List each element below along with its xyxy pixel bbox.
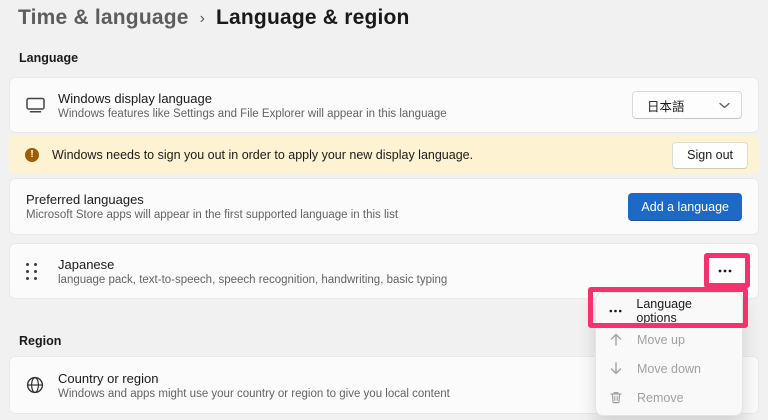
menu-item-label: Move down [637,361,701,376]
more-options-button[interactable] [708,259,742,283]
country-region-title: Country or region [58,370,159,386]
menu-item-label: Language options [636,296,693,325]
japanese-language-card: Japanese language pack, text-to-speech, … [9,243,759,299]
chevron-down-icon [719,102,730,109]
display-language-dropdown-value: 日本語 [647,99,685,114]
display-icon [26,97,58,113]
preferred-languages-card: Preferred languages Microsoft Store apps… [9,178,759,235]
display-language-card: Windows display language Windows feature… [9,77,759,133]
japanese-language-title: Japanese [58,256,115,272]
arrow-up-icon [608,333,624,346]
language-section-label: Language [19,51,79,65]
menu-item-move-down[interactable]: Move down [596,354,742,383]
menu-item-move-up[interactable]: Move up [596,325,742,354]
add-language-button[interactable]: Add a language [628,192,742,221]
display-language-description: Windows features like Settings and File … [58,107,447,120]
signout-warning-message: Windows needs to sign you out in order t… [52,148,474,162]
country-region-description: Windows and apps might use your country … [58,387,450,400]
grip-icon [26,262,37,280]
breadcrumb-separator-icon: › [199,9,205,27]
menu-item-language-options[interactable]: Language options [596,296,742,325]
menu-item-remove[interactable]: Remove [596,383,742,412]
menu-item-label: Remove [637,390,684,405]
globe-icon [26,376,58,394]
region-section-label: Region [19,334,62,348]
breadcrumb: Time & language › Language & region [18,6,410,30]
menu-item-label: Move up [637,332,685,347]
page-title: Language & region [215,6,410,29]
preferred-languages-description: Microsoft Store apps will appear in the … [26,209,399,221]
arrow-down-icon [608,362,624,375]
signout-warning-banner: ! Windows needs to sign you out in order… [9,136,759,174]
warning-icon: ! [25,148,39,162]
trash-icon [608,391,624,404]
display-language-dropdown[interactable]: 日本語 [632,91,742,119]
more-icon [608,309,623,313]
japanese-language-description: language pack, text-to-speech, speech re… [58,273,448,286]
drag-handle[interactable] [26,262,58,280]
more-icon [718,269,732,273]
preferred-languages-title: Preferred languages [26,192,144,207]
language-context-menu: Language options Move up Move down Remov… [595,292,743,416]
display-language-title: Windows display language [58,90,212,106]
sign-out-button[interactable]: Sign out [672,141,748,169]
breadcrumb-parent[interactable]: Time & language [18,6,189,30]
